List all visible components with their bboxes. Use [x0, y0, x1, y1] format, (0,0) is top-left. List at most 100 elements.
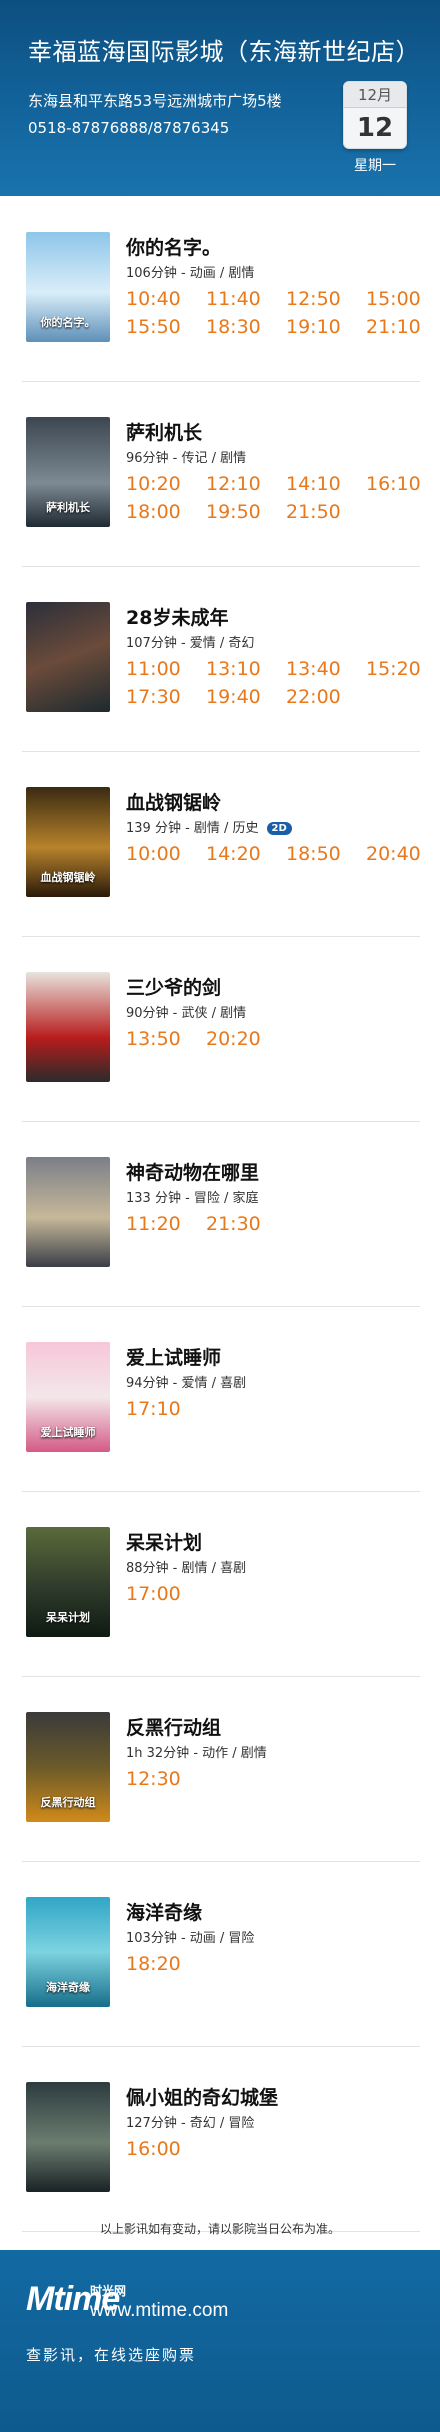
movie-title[interactable]: 三少爷的剑 [126, 973, 221, 1000]
showtime[interactable]: 10:40 [126, 288, 181, 310]
date-weekday: 星期一 [354, 158, 396, 174]
movie-item[interactable]: 神奇动物在哪里 133 分钟 - 冒险 / 家庭 11:20 21:30 [22, 1121, 420, 1306]
showtime[interactable]: 15:00 [366, 288, 421, 310]
movie-info: 133 分钟 - 冒险 / 家庭 [126, 1187, 259, 1206]
poster-title: 反黑行动组 [40, 1796, 96, 1809]
cinema-header: 幸福蓝海国际影城（东海新世纪店） 东海县和平东路53号远洲城市广场5楼 0518… [0, 0, 440, 202]
movie-poster[interactable]: 你的名字。 [26, 232, 110, 342]
showtime[interactable]: 10:20 [126, 473, 181, 495]
showtime[interactable]: 11:40 [206, 288, 261, 310]
mtime-logo-chinese: 时光网 [90, 2284, 127, 2298]
showtime[interactable]: 14:20 [206, 843, 261, 865]
showtime[interactable]: 15:50 [126, 316, 181, 338]
showtime[interactable]: 18:50 [286, 843, 341, 865]
movie-info: 90分钟 - 武侠 / 剧情 [126, 1002, 246, 1021]
showtime[interactable]: 19:50 [206, 501, 261, 523]
showtime[interactable]: 20:20 [206, 1028, 261, 1050]
movie-poster[interactable] [26, 972, 110, 1082]
showtime[interactable]: 16:00 [126, 2138, 181, 2160]
showtime[interactable]: 21:10 [366, 316, 421, 338]
poster-title: 萨利机长 [46, 501, 90, 514]
showtime[interactable]: 12:10 [206, 473, 261, 495]
date-month: 12月 [344, 82, 406, 108]
cinema-address: 东海县和平东路53号远洲城市广场5楼 [28, 92, 282, 110]
movie-poster[interactable]: 萨利机长 [26, 417, 110, 527]
movie-item[interactable]: 爱上试睡师 爱上试睡师 94分钟 - 爱情 / 喜剧 17:10 [22, 1306, 420, 1491]
movie-item[interactable]: 三少爷的剑 90分钟 - 武侠 / 剧情 13:50 20:20 [22, 936, 420, 1121]
showtime[interactable]: 13:10 [206, 658, 261, 680]
showtime[interactable]: 17:30 [126, 686, 181, 708]
showtime[interactable]: 14:10 [286, 473, 341, 495]
showtime[interactable]: 10:00 [126, 843, 181, 865]
showtime[interactable]: 22:00 [286, 686, 341, 708]
movie-title[interactable]: 呆呆计划 [126, 1528, 202, 1555]
movie-info-text: 90分钟 - 武侠 / 剧情 [126, 1006, 247, 1021]
movie-poster[interactable]: 血战钢锯岭 [26, 787, 110, 897]
movie-info-text: 96分钟 - 传记 / 剧情 [126, 451, 247, 466]
movie-poster[interactable] [26, 602, 110, 712]
movie-poster[interactable]: 海洋奇缘 [26, 1897, 110, 2007]
movie-title[interactable]: 28岁未成年 [126, 603, 228, 630]
movie-info: 88分钟 - 剧情 / 喜剧 [126, 1557, 246, 1576]
showtime[interactable]: 18:30 [206, 316, 261, 338]
poster-title: 血战钢锯岭 [40, 871, 96, 884]
movie-title[interactable]: 血战钢锯岭 [126, 788, 221, 815]
movie-info: 139 分钟 - 剧情 / 历史 2D [126, 817, 292, 836]
showtime[interactable]: 11:20 [126, 1213, 181, 1235]
date-day: 12 [356, 113, 394, 143]
movie-poster[interactable]: 反黑行动组 [26, 1712, 110, 1822]
movie-poster[interactable]: 爱上试睡师 [26, 1342, 110, 1452]
showtime[interactable]: 17:00 [126, 1583, 181, 1605]
movie-poster[interactable] [26, 2082, 110, 2192]
showtime[interactable]: 19:10 [286, 316, 341, 338]
movie-title[interactable]: 爱上试睡师 [126, 1343, 221, 1370]
showtime[interactable]: 16:10 [366, 473, 421, 495]
movie-item[interactable]: 萨利机长 萨利机长 96分钟 - 传记 / 剧情 10:20 12:10 14:10 16:… [22, 381, 421, 566]
notice-text: 以上影讯如有变动，请以影院当日公布为准。 [99, 2222, 340, 2236]
movie-item[interactable]: 海洋奇缘 海洋奇缘 103分钟 - 动画 / 冒险 18:20 [22, 1861, 420, 2046]
movie-info-text: 106分钟 - 动画 / 剧情 [126, 266, 255, 281]
movie-item[interactable]: 28岁未成年 107分钟 - 爱情 / 奇幻 11:00 13:10 13:40 15:2… [22, 566, 421, 751]
movie-item[interactable]: 反黑行动组 反黑行动组 1h 32分钟 - 动作 / 剧情 12:30 [22, 1676, 420, 1861]
movie-info: 1h 32分钟 - 动作 / 剧情 [126, 1742, 267, 1761]
movie-info-text: 107分钟 - 爱情 / 奇幻 [126, 636, 255, 651]
movie-title[interactable]: 神奇动物在哪里 [126, 1158, 259, 1185]
showtime[interactable]: 18:20 [126, 1953, 181, 1975]
showtime[interactable]: 12:50 [286, 288, 341, 310]
movie-item[interactable]: 血战钢锯岭 血战钢锯岭 139 分钟 - 剧情 / 历史 2D 10:00 14:20 18… [22, 751, 421, 936]
showtime[interactable]: 15:20 [366, 658, 421, 680]
showtime[interactable]: 13:50 [126, 1028, 181, 1050]
movie-title[interactable]: 佩小姐的奇幻城堡 [126, 2083, 278, 2110]
movie-title[interactable]: 萨利机长 [126, 418, 202, 445]
movie-item[interactable]: 呆呆计划 呆呆计划 88分钟 - 剧情 / 喜剧 17:00 [22, 1491, 420, 1676]
movie-poster[interactable] [26, 1157, 110, 1267]
movie-info: 94分钟 - 爱情 / 喜剧 [126, 1372, 246, 1391]
showtime[interactable]: 18:00 [126, 501, 181, 523]
calendar-card: 12月 12 [343, 81, 407, 149]
movie-info-text: 103分钟 - 动画 / 冒险 [126, 1931, 255, 1946]
movie-info: 127分钟 - 奇幻 / 冒险 [126, 2112, 254, 2131]
movie-title[interactable]: 海洋奇缘 [126, 1898, 202, 1925]
movie-title[interactable]: 你的名字。 [126, 233, 221, 260]
showtime[interactable]: 17:10 [126, 1398, 181, 1420]
movie-info: 103分钟 - 动画 / 冒险 [126, 1927, 254, 1946]
movie-item[interactable]: 佩小姐的奇幻城堡 127分钟 - 奇幻 / 冒险 16:00 [22, 2046, 420, 2231]
showtime[interactable]: 19:40 [206, 686, 261, 708]
showtime[interactable]: 21:30 [206, 1213, 261, 1235]
movie-item[interactable]: 你的名字。 你的名字。 106分钟 - 动画 / 剧情 10:40 11:40 12:50… [22, 196, 421, 381]
movie-info: 106分钟 - 动画 / 剧情 [126, 262, 254, 281]
movie-title[interactable]: 反黑行动组 [126, 1713, 221, 1740]
cinema-phone: 0518-87876888/87876345 [28, 119, 230, 137]
showtime[interactable]: 12:30 [126, 1768, 181, 1790]
showtime[interactable]: 20:40 [366, 843, 421, 865]
showtime[interactable]: 11:00 [126, 658, 181, 680]
movie-info-text: 88分钟 - 剧情 / 喜剧 [126, 1561, 247, 1576]
movie-info-text: 94分钟 - 爱情 / 喜剧 [126, 1376, 247, 1391]
poster-title: 你的名字。 [40, 316, 96, 329]
website-link[interactable]: www.mtime.com [90, 2300, 228, 2322]
showtime[interactable]: 13:40 [286, 658, 341, 680]
movie-poster[interactable]: 呆呆计划 [26, 1527, 110, 1637]
showtime[interactable]: 21:50 [286, 501, 341, 523]
footer: Mtime 时光网 www.mtime.com 查影讯，在线选座购票 [0, 2244, 440, 2432]
movie-info-text: 1h 32分钟 - 动作 / 剧情 [126, 1746, 267, 1761]
